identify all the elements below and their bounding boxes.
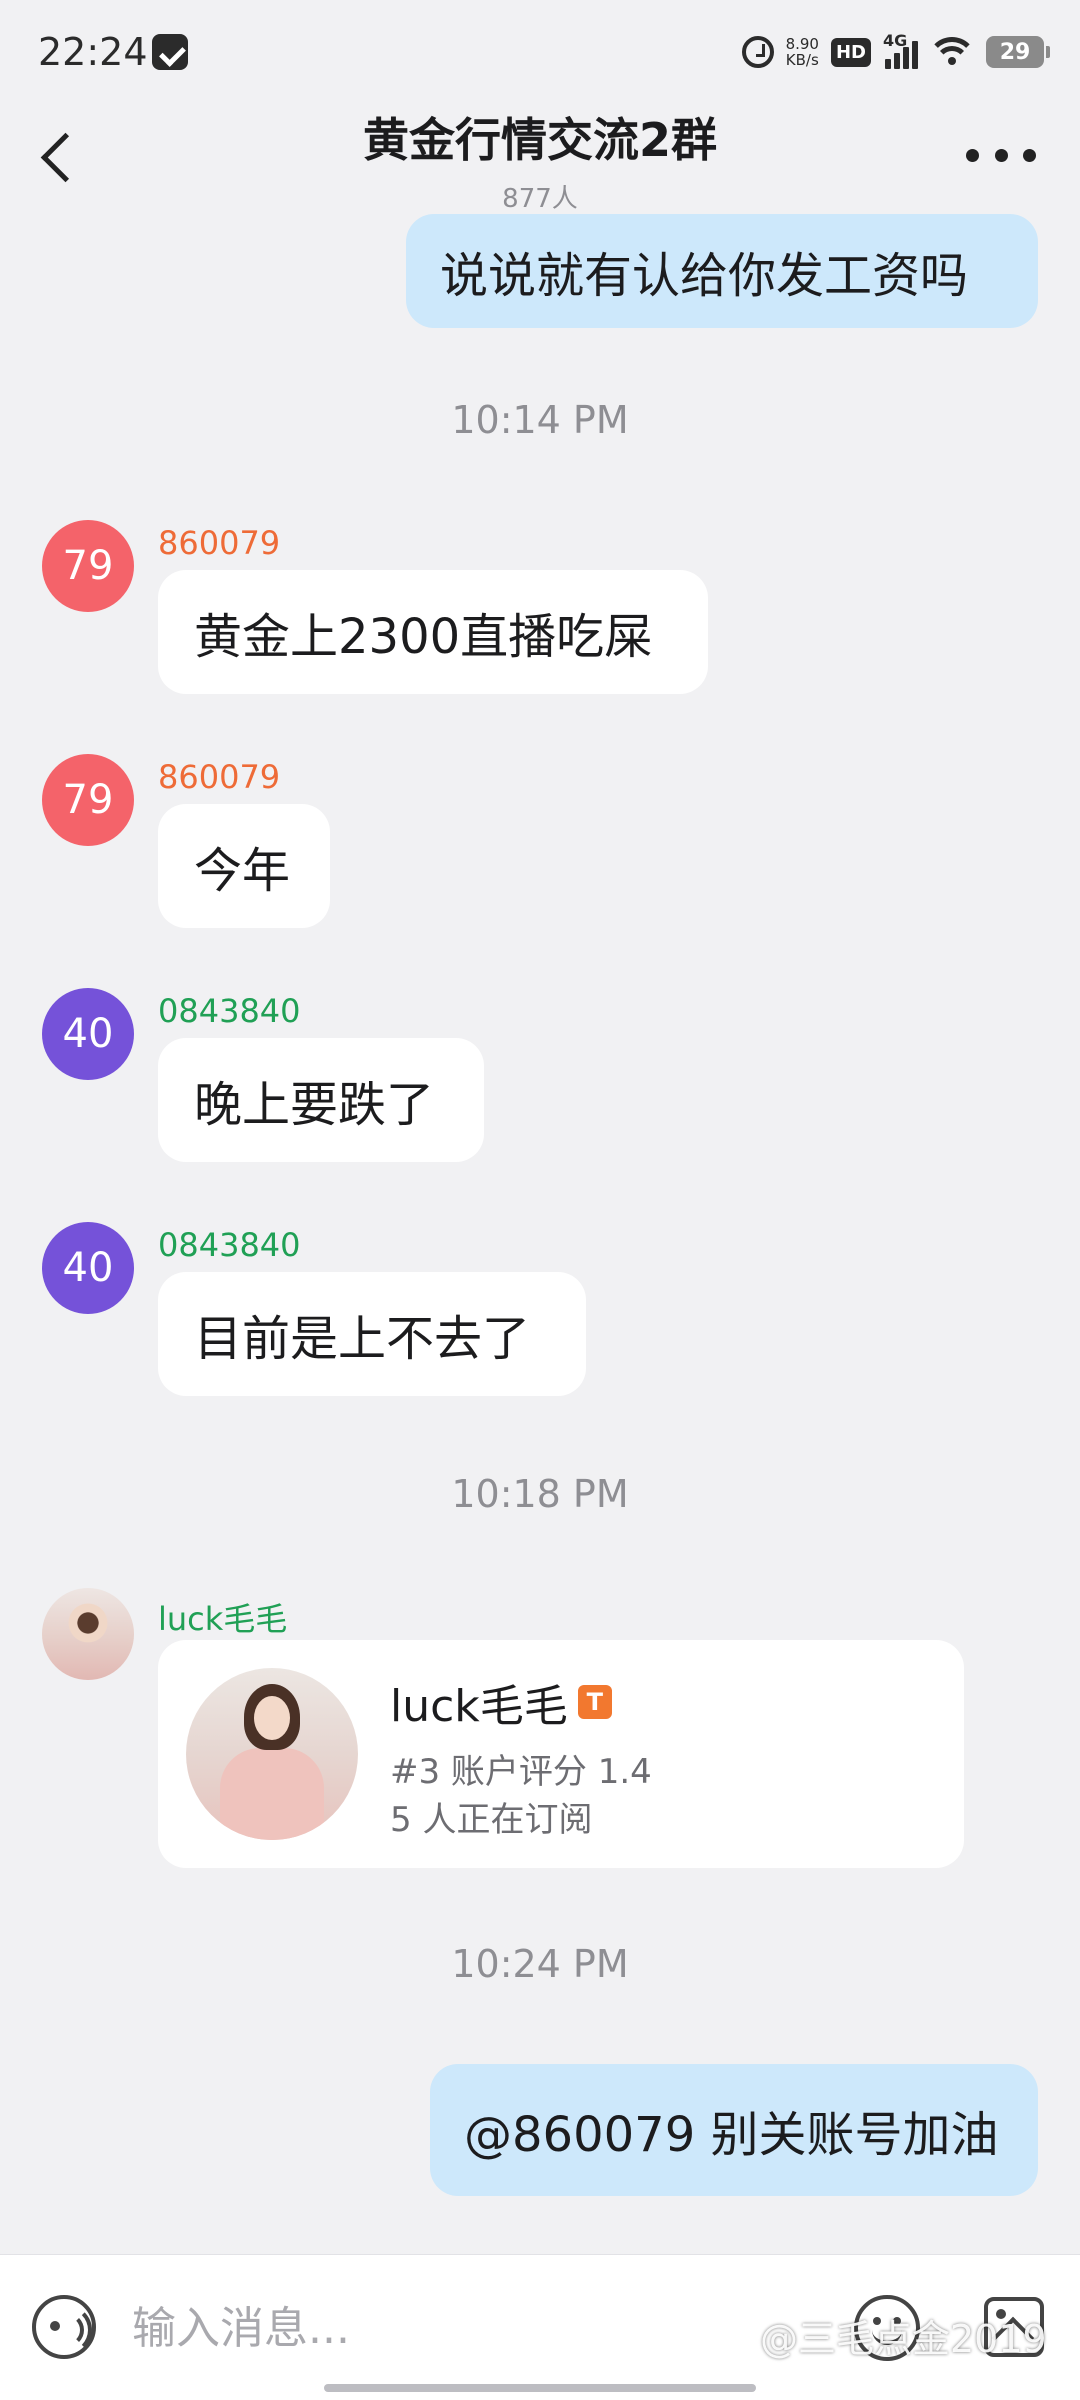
message-text: 目前是上不去了 bbox=[194, 1311, 531, 1367]
speed-value: 8.90 bbox=[785, 35, 819, 53]
more-dot-icon bbox=[994, 148, 1008, 162]
notification-icon bbox=[152, 34, 188, 70]
cellular-signal-icon: 4G bbox=[883, 31, 918, 69]
profile-card[interactable]: luck毛毛 T #3 账户评分 1.4 5 人正在订阅 bbox=[158, 1640, 964, 1868]
more-dot-icon bbox=[1023, 148, 1036, 162]
avatar-label: 79 bbox=[62, 777, 114, 823]
chat-screen: 22:24 8.90 KB/s HD 4G 29 黄金行情交流2群 877人 说… bbox=[0, 0, 1080, 2400]
sender-name[interactable]: luck毛毛 bbox=[158, 1594, 287, 1640]
message-input[interactable] bbox=[130, 2293, 734, 2363]
message-text: 晚上要跌了 bbox=[194, 1077, 435, 1133]
trader-badge-icon: T bbox=[577, 1685, 612, 1719]
outgoing-message[interactable]: 说说就有认给你发工资吗 bbox=[406, 214, 1038, 328]
message-text: 说说就有认给你发工资吗 bbox=[440, 248, 969, 304]
message-text: 黄金上2300直播吃屎 bbox=[194, 609, 653, 665]
sender-name[interactable]: 0843840 bbox=[158, 992, 301, 1030]
avatar-label: 40 bbox=[62, 1245, 114, 1291]
profile-rating: #3 账户评分 1.4 bbox=[390, 1752, 652, 1792]
message-text: @860079 别关账号加油 bbox=[464, 2107, 999, 2163]
profile-photo bbox=[186, 1668, 358, 1840]
avatar[interactable]: 40 bbox=[42, 1222, 134, 1314]
sender-name[interactable]: 860079 bbox=[158, 524, 280, 562]
wifi-icon bbox=[930, 35, 974, 69]
status-bar: 22:24 8.90 KB/s HD 4G 29 bbox=[0, 0, 1080, 104]
timestamp-divider: 10:14 PM bbox=[451, 398, 629, 442]
voice-input-button[interactable] bbox=[32, 2295, 96, 2359]
network-type: 4G bbox=[883, 31, 908, 50]
incoming-message[interactable]: 晚上要跌了 bbox=[158, 1038, 484, 1162]
chat-header: 黄金行情交流2群 877人 bbox=[0, 104, 1080, 214]
member-count: 877人 bbox=[502, 184, 578, 214]
status-time: 22:24 bbox=[38, 30, 148, 74]
outgoing-message[interactable]: @860079 别关账号加油 bbox=[430, 2064, 1038, 2196]
avatar[interactable]: 79 bbox=[42, 520, 134, 612]
watermark: @三毛点金2019 bbox=[760, 2317, 1047, 2361]
network-speed: 8.90 KB/s bbox=[786, 36, 819, 68]
speed-unit: KB/s bbox=[785, 51, 819, 69]
profile-subscribers: 5 人正在订阅 bbox=[390, 1800, 593, 1840]
incoming-message[interactable]: 今年 bbox=[158, 804, 330, 928]
sender-name[interactable]: 0843840 bbox=[158, 1226, 301, 1264]
hd-icon: HD bbox=[830, 37, 871, 67]
avatar[interactable]: 79 bbox=[42, 754, 134, 846]
profile-name-row: luck毛毛 T bbox=[390, 1670, 612, 1734]
status-icons: 8.90 KB/s HD 4G 29 bbox=[741, 28, 1050, 76]
chat-title: 黄金行情交流2群 bbox=[362, 113, 717, 167]
avatar-label: 40 bbox=[62, 1011, 114, 1057]
avatar-label: 79 bbox=[62, 543, 114, 589]
more-options-button[interactable] bbox=[966, 140, 1036, 170]
profile-name: luck毛毛 bbox=[390, 1681, 568, 1732]
timestamp-divider: 10:18 PM bbox=[451, 1472, 629, 1516]
more-dot-icon bbox=[966, 148, 979, 162]
alarm-icon bbox=[741, 36, 774, 68]
incoming-message[interactable]: 黄金上2300直播吃屎 bbox=[158, 570, 708, 694]
timestamp-divider: 10:24 PM bbox=[451, 1942, 629, 1986]
sender-name[interactable]: 860079 bbox=[158, 758, 280, 796]
message-text: 今年 bbox=[194, 843, 291, 899]
battery-icon: 29 bbox=[986, 36, 1050, 68]
home-indicator[interactable] bbox=[324, 2384, 756, 2392]
avatar[interactable] bbox=[42, 1588, 134, 1680]
incoming-message[interactable]: 目前是上不去了 bbox=[158, 1272, 586, 1396]
avatar[interactable]: 40 bbox=[42, 988, 134, 1080]
